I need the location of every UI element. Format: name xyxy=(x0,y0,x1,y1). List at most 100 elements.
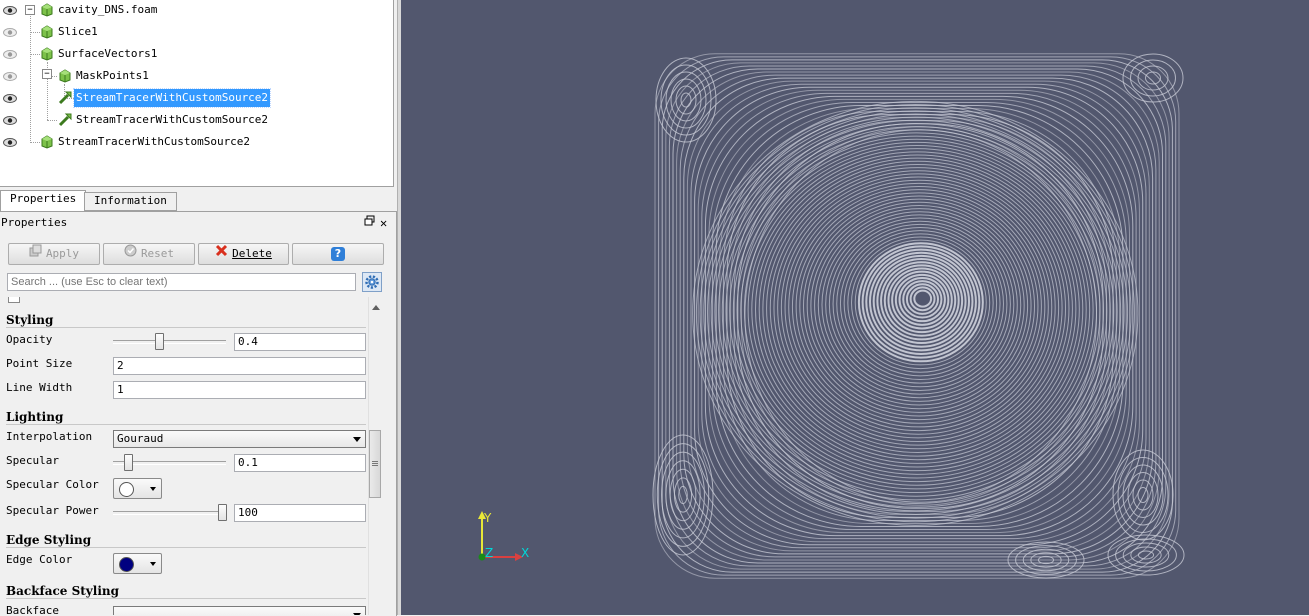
pipeline-item-label: StreamTracerWithCustomSource2 xyxy=(72,88,272,108)
interpolation-dropdown[interactable]: Gouraud xyxy=(113,430,366,448)
panel-tabbar: Properties Information xyxy=(0,187,399,212)
streamlines xyxy=(652,53,1185,579)
tab-properties[interactable]: Properties xyxy=(0,190,87,212)
backface-dropdown[interactable] xyxy=(113,606,366,615)
specular-color-label: Specular Color xyxy=(6,478,99,491)
edge-color-button[interactable] xyxy=(113,553,162,574)
collapse-icon[interactable]: − xyxy=(25,5,35,15)
pipeline-item-label: SurfaceVectors1 xyxy=(58,47,158,60)
interpolation-label: Interpolation xyxy=(6,430,93,443)
cube-filter-icon xyxy=(40,25,54,39)
dropdown-arrow-icon xyxy=(353,437,361,442)
pipeline-item-maskpoints[interactable]: MaskPoints1 xyxy=(0,67,393,85)
divider xyxy=(6,327,366,328)
stream-tracer-icon xyxy=(58,113,72,127)
edge-color-label: Edge Color xyxy=(6,553,73,566)
gear-icon xyxy=(364,274,380,293)
pipeline-item-surfacevectors[interactable]: − SurfaceVectors1 xyxy=(0,45,393,79)
pipeline-item-streamtracer-selected[interactable]: StreamTracerWithCustomSource2 xyxy=(0,88,393,108)
specular-label: Specular xyxy=(6,454,59,467)
opacity-slider-track[interactable] xyxy=(113,340,226,344)
delete-label: Delete xyxy=(232,247,272,260)
line-width-field[interactable]: 1 xyxy=(113,381,366,399)
reset-icon xyxy=(124,244,137,264)
specular-power-field[interactable]: 100 xyxy=(234,504,366,522)
orientation-axes: Y Z X xyxy=(478,511,529,561)
properties-title: Properties xyxy=(1,216,68,229)
scrollbar-thumb[interactable] xyxy=(369,430,381,498)
specular-power-label: Specular Power xyxy=(6,504,99,517)
delete-icon xyxy=(215,244,228,264)
opacity-slider-handle[interactable] xyxy=(155,333,164,350)
grip-icon xyxy=(372,461,378,464)
pipeline-item-streamtracer[interactable]: StreamTracerWithCustomSource2 xyxy=(0,111,393,129)
eye-closed-icon[interactable] xyxy=(3,72,17,81)
apply-icon xyxy=(29,244,42,264)
divider xyxy=(6,424,366,425)
interpolation-value: Gouraud xyxy=(117,432,164,445)
opacity-field[interactable]: 0.4 xyxy=(234,333,366,351)
apply-button[interactable]: Apply xyxy=(8,243,100,265)
cube-filter-icon xyxy=(40,135,54,149)
z-axis-label: Z xyxy=(485,546,493,560)
specular-color-button[interactable] xyxy=(113,478,162,499)
advanced-properties-button[interactable] xyxy=(362,272,382,292)
eye-open-icon[interactable] xyxy=(3,6,17,15)
eye-closed-icon[interactable] xyxy=(3,50,17,59)
pipeline-item-label: StreamTracerWithCustomSource2 xyxy=(58,135,251,148)
cube-filter-icon xyxy=(58,69,72,83)
reset-label: Reset xyxy=(140,247,175,260)
section-backface-styling: Backface Styling xyxy=(6,584,120,598)
render-view[interactable]: Y Z X xyxy=(401,0,1309,615)
section-edge-styling: Edge Styling xyxy=(6,533,92,547)
pipeline-item-label: MaskPoints1 xyxy=(76,69,149,82)
search-input[interactable] xyxy=(7,273,356,291)
specular-slider-handle[interactable] xyxy=(124,454,133,471)
y-axis-label: Y xyxy=(483,511,492,525)
close-icon[interactable]: ✕ xyxy=(380,214,387,232)
x-axis-label: X xyxy=(521,546,529,560)
eye-open-icon[interactable] xyxy=(3,138,17,147)
pipeline-item-label: cavity_DNS.foam xyxy=(58,3,158,16)
point-size-field[interactable]: 2 xyxy=(113,357,366,375)
delete-button[interactable]: Delete xyxy=(198,243,289,265)
eye-open-icon[interactable] xyxy=(3,116,17,125)
float-window-icon[interactable] xyxy=(364,214,375,232)
section-styling: Styling xyxy=(6,313,54,327)
cube-source-icon xyxy=(40,3,54,17)
stream-tracer-icon xyxy=(58,91,72,105)
opacity-label: Opacity xyxy=(6,333,53,346)
apply-label: Apply xyxy=(45,247,80,260)
color-swatch xyxy=(119,557,134,572)
properties-scroll-area: Styling Opacity 0.4 Point Size 2 Line Wi… xyxy=(0,297,382,615)
pipeline-item-slice[interactable]: Slice1 xyxy=(0,23,393,41)
pipeline-item-streamtracer[interactable]: StreamTracerWithCustomSource2 xyxy=(0,133,393,151)
scroll-up-icon[interactable] xyxy=(372,305,380,310)
dropdown-arrow-icon xyxy=(150,487,156,491)
specular-field[interactable]: 0.1 xyxy=(234,454,366,472)
section-lighting: Lighting xyxy=(6,410,64,424)
color-swatch xyxy=(119,482,134,497)
point-size-label: Point Size xyxy=(6,357,73,370)
pipeline-browser: − cavity_DNS.foam Slice1 − SurfaceVector… xyxy=(0,0,394,187)
help-button[interactable]: ? xyxy=(292,243,384,265)
pipeline-item-label: StreamTracerWithCustomSource2 xyxy=(76,113,269,126)
eye-closed-icon[interactable] xyxy=(3,28,17,37)
help-label: ? xyxy=(331,247,345,261)
partial-checkbox xyxy=(8,297,20,303)
dropdown-arrow-icon xyxy=(150,562,156,566)
specular-power-slider-handle[interactable] xyxy=(218,504,227,521)
line-width-label: Line Width xyxy=(6,381,73,394)
pipeline-item-cavity[interactable]: − cavity_DNS.foam xyxy=(0,1,393,19)
tab-information[interactable]: Information xyxy=(84,192,177,211)
grip-icon xyxy=(372,465,378,466)
eye-open-icon[interactable] xyxy=(3,94,17,103)
divider xyxy=(6,547,366,548)
specular-power-slider-track[interactable] xyxy=(113,511,226,515)
divider xyxy=(6,598,366,599)
cube-filter-icon xyxy=(40,47,54,61)
backface-label: Backface xyxy=(6,604,59,615)
reset-button[interactable]: Reset xyxy=(103,243,195,265)
properties-titlebar: Properties ✕ xyxy=(0,214,396,232)
pipeline-item-label: Slice1 xyxy=(58,25,98,38)
